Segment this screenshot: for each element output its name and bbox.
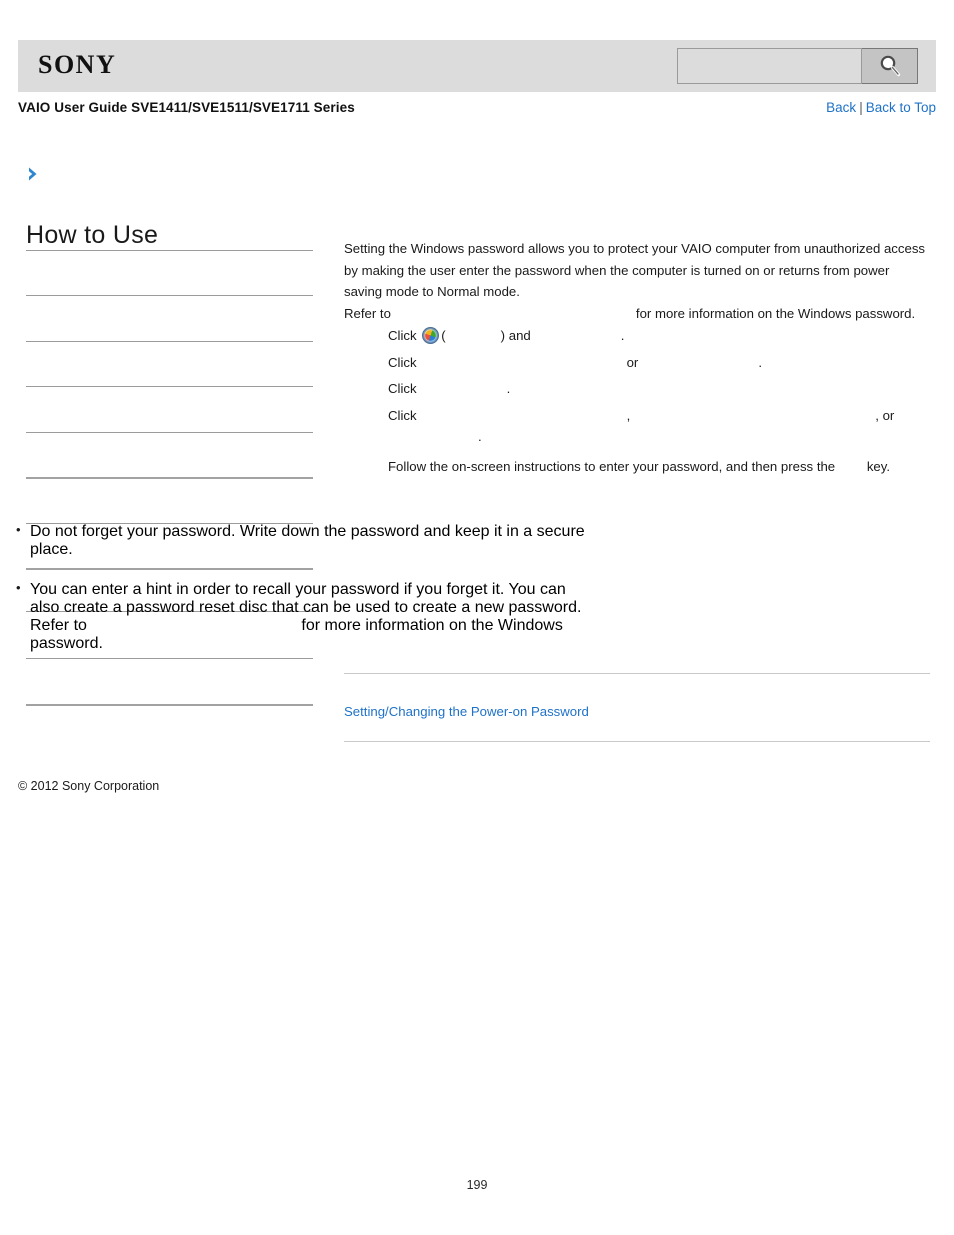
subheader: VAIO User Guide SVE1411/SVE1511/SVE1711 …	[18, 100, 936, 122]
intro-paragraph: Setting the Windows password allows you …	[344, 241, 926, 299]
search-icon	[877, 53, 903, 79]
and-label: and	[508, 328, 531, 343]
step-period: .	[478, 429, 482, 444]
sidebar-item-10[interactable]	[26, 706, 313, 750]
back-link[interactable]: Back	[826, 100, 856, 115]
step-text-before: Follow the on-screen instructions to ent…	[388, 458, 836, 474]
notes-list: Do not forget your password. Write down …	[0, 522, 586, 675]
search-box	[677, 48, 918, 84]
content-divider-top	[344, 673, 930, 674]
or-label: or	[626, 354, 639, 370]
note-text-b: for more information on the Windows pass…	[30, 617, 563, 652]
step-1: Click () and.	[344, 325, 930, 347]
page-number: 199	[466, 1178, 488, 1192]
sidebar-rule	[26, 250, 313, 251]
comma-a: ,	[626, 407, 631, 423]
related-topic-link[interactable]: Setting/Changing the Power-on Password	[344, 704, 589, 719]
step-click-label: Click	[388, 328, 417, 343]
chevron-right-icon[interactable]	[24, 164, 44, 184]
main-content: Setting the Windows password allows you …	[344, 238, 930, 482]
copyright-text: © 2012 Sony Corporation	[18, 779, 160, 793]
search-input[interactable]	[677, 48, 862, 84]
note-item: You can enter a hint in order to recall …	[0, 580, 586, 653]
site-header: SONY	[18, 40, 936, 92]
step-click-label: Click	[388, 354, 417, 370]
sidebar-item-3[interactable]	[26, 388, 313, 432]
back-to-top-link[interactable]: Back to Top	[866, 100, 936, 115]
content-divider-bottom	[344, 741, 930, 742]
step-3: Click.	[344, 378, 930, 400]
note-item: Do not forget your password. Write down …	[0, 522, 586, 559]
step-click-label: Click	[388, 407, 417, 423]
nav-separator: |	[859, 100, 863, 115]
sidebar-rule	[26, 432, 313, 433]
sidebar-rule	[26, 341, 313, 342]
refer-suffix: for more information on the Windows pass…	[635, 305, 916, 321]
step-period: .	[506, 381, 511, 396]
steps-list: Click () and. Click or. Click. Click, , or…	[344, 325, 930, 477]
search-button[interactable]	[862, 48, 918, 84]
sidebar-item-2[interactable]	[26, 343, 313, 387]
paren-open: (	[441, 328, 446, 343]
refer-prefix: Refer to	[344, 305, 391, 321]
step-5: Follow the on-screen instructions to ent…	[344, 456, 930, 478]
sidebar-item-5[interactable]	[26, 479, 313, 523]
sidebar-item-1[interactable]	[26, 297, 313, 341]
windows-start-orb-icon[interactable]	[422, 327, 440, 344]
step-click-label: Click	[388, 381, 417, 396]
step-period: .	[620, 328, 625, 343]
note-text: Do not forget your password. Write down …	[30, 523, 585, 558]
step-period: .	[758, 354, 762, 370]
document-title: VAIO User Guide SVE1411/SVE1511/SVE1711 …	[18, 100, 355, 115]
header-nav: Back | Back to Top	[826, 100, 936, 115]
step-text-after: key.	[866, 458, 891, 474]
sidebar-item-0[interactable]	[26, 252, 313, 296]
sidebar-item-4[interactable]	[26, 434, 313, 478]
comma-b: , or	[875, 407, 895, 423]
sony-logo: SONY	[38, 50, 117, 79]
refer-line: Refer to for more information on the Wind…	[344, 303, 930, 325]
step-2: Click or.	[344, 352, 930, 374]
paren-close: )	[500, 328, 506, 343]
step-4: Click, , or.	[344, 405, 930, 448]
page-title: How to Use	[26, 221, 159, 249]
